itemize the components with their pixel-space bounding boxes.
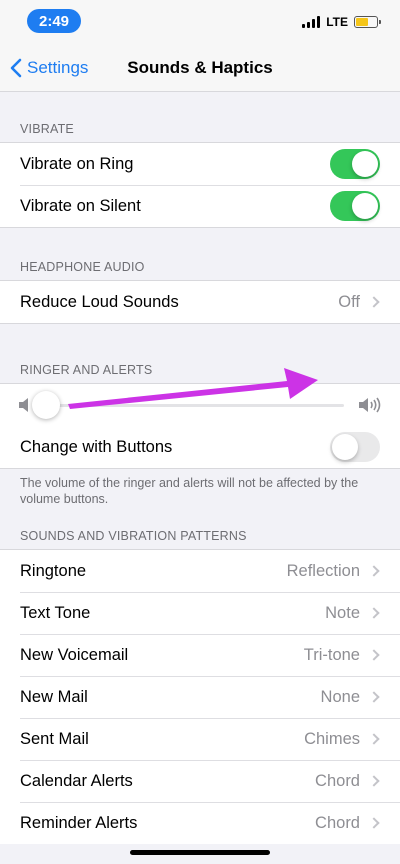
row-label: Calendar Alerts: [20, 771, 133, 790]
pattern-row-new-voicemail[interactable]: New Voicemail Tri-tone: [0, 634, 400, 676]
navigation-bar: Settings Sounds & Haptics: [0, 44, 400, 92]
change-with-buttons-toggle[interactable]: [330, 432, 380, 462]
status-indicators: LTE: [302, 13, 381, 31]
speaker-low-icon: [19, 398, 28, 412]
pattern-row-ringtone[interactable]: Ringtone Reflection: [0, 550, 400, 592]
slider-thumb[interactable]: [32, 390, 60, 419]
chevron-right-icon: [368, 296, 380, 308]
ringer-volume-row: [0, 384, 400, 426]
chevron-right-icon: [368, 733, 380, 745]
row-value: Chimes: [304, 729, 360, 748]
ringer-footnote: The volume of the ringer and alerts will…: [20, 476, 359, 506]
patterns-group: Ringtone Reflection Text Tone Note New V…: [0, 549, 400, 844]
chevron-right-icon: [368, 649, 380, 661]
row-label: Reminder Alerts: [20, 813, 138, 832]
page-title: Sounds & Haptics: [127, 58, 273, 77]
row-label: Vibrate on Silent: [20, 196, 141, 215]
section-header-ringer: RINGER AND ALERTS: [20, 363, 153, 377]
pattern-row-text-tone[interactable]: Text Tone Note: [0, 592, 400, 634]
row-label: Ringtone: [20, 561, 87, 580]
pattern-row-new-mail[interactable]: New Mail None: [0, 676, 400, 718]
row-label: New Voicemail: [20, 645, 129, 664]
row-label: Sent Mail: [20, 729, 89, 748]
chevron-right-icon: [368, 817, 380, 829]
row-value: Chord: [315, 771, 360, 790]
pattern-row-sent-mail[interactable]: Sent Mail Chimes: [0, 718, 400, 760]
home-indicator: [130, 850, 270, 855]
vibrate-on-silent-row: Vibrate on Silent: [0, 185, 400, 227]
section-header-patterns: SOUNDS AND VIBRATION PATTERNS: [20, 529, 247, 543]
row-value: Chord: [315, 813, 360, 832]
chevron-right-icon: [368, 775, 380, 787]
pattern-row-calendar-alerts[interactable]: Calendar Alerts Chord: [0, 760, 400, 802]
chevron-right-icon: [368, 565, 380, 577]
status-bar: 2:49 LTE: [0, 0, 400, 44]
reduce-loud-sounds-row[interactable]: Reduce Loud Sounds Off: [0, 281, 400, 323]
headphone-group: Reduce Loud Sounds Off: [0, 280, 400, 324]
vibrate-on-ring-row: Vibrate on Ring: [0, 143, 400, 185]
signal-icon: [302, 16, 321, 28]
section-header-vibrate: VIBRATE: [20, 122, 74, 136]
row-value: Reflection: [286, 561, 360, 580]
vibrate-on-ring-toggle[interactable]: [330, 149, 380, 179]
row-value: Off: [338, 292, 360, 311]
chevron-right-icon: [368, 607, 380, 619]
pattern-row-reminder-alerts[interactable]: Reminder Alerts Chord: [0, 802, 400, 844]
vibrate-on-silent-toggle[interactable]: [330, 191, 380, 221]
battery-icon: [354, 16, 381, 28]
ringer-volume-slider[interactable]: [32, 390, 344, 419]
row-label: Reduce Loud Sounds: [20, 292, 179, 311]
speaker-high-icon: [359, 397, 381, 413]
row-value: Tri-tone: [303, 645, 360, 664]
row-label: New Mail: [20, 687, 88, 706]
row-value: None: [320, 687, 360, 706]
section-header-headphone: HEADPHONE AUDIO: [20, 260, 145, 274]
ringer-group: Change with Buttons: [0, 383, 400, 469]
row-label: Vibrate on Ring: [20, 154, 134, 173]
status-time: 2:49: [27, 9, 81, 33]
row-label: Text Tone: [20, 603, 91, 622]
change-with-buttons-row: Change with Buttons: [0, 426, 400, 468]
row-label: Change with Buttons: [20, 437, 173, 456]
row-value: Note: [325, 603, 360, 622]
chevron-right-icon: [368, 691, 380, 703]
vibrate-group: Vibrate on Ring Vibrate on Silent: [0, 142, 400, 228]
network-label: LTE: [326, 15, 348, 29]
